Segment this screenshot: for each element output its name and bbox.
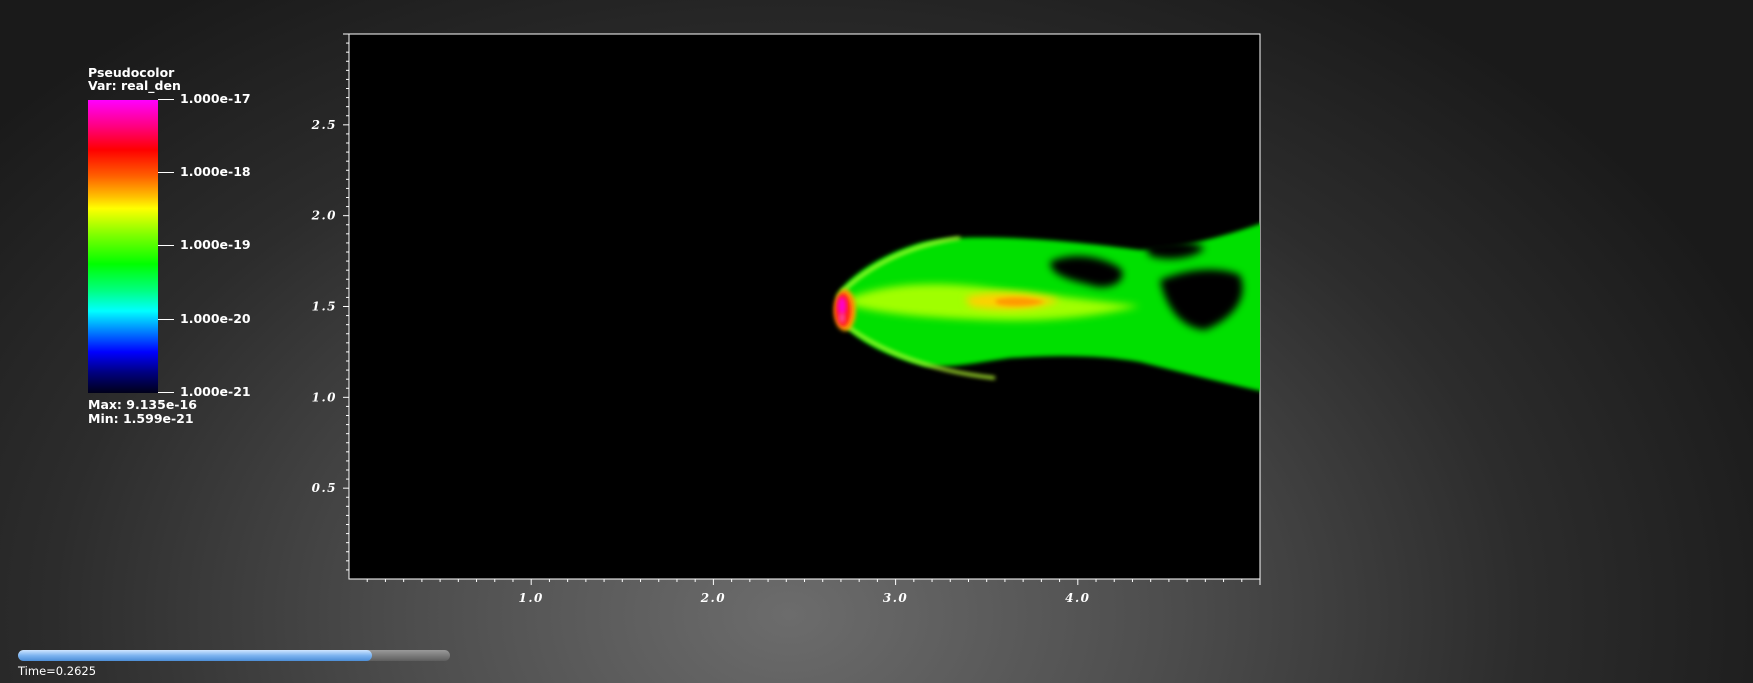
- time-label: Time=0.2625: [18, 664, 97, 678]
- x-axis: 1.0 2.0 3.0 4.0: [366, 579, 1261, 605]
- time-slider-fill: [18, 650, 373, 661]
- y-tick-label: 2.5: [311, 118, 337, 132]
- y-tick-label: 1.5: [312, 300, 337, 314]
- x-tick-label: 2.0: [700, 591, 726, 605]
- x-tick-label: 1.0: [519, 591, 544, 605]
- x-tick-label: 4.0: [1065, 591, 1090, 605]
- y-tick-label: 0.5: [312, 481, 337, 495]
- density-plot: 1.0 2.0 3.0 4.0 0.5 1.0 1.5 2.0 2.5: [311, 33, 1261, 605]
- x-tick-label: 3.0: [883, 591, 908, 605]
- y-tick-label: 2.0: [311, 209, 337, 223]
- time-slider[interactable]: [18, 650, 450, 661]
- y-tick-label: 1.0: [312, 390, 337, 404]
- y-axis: 0.5 1.0 1.5 2.0 2.5: [311, 33, 349, 571]
